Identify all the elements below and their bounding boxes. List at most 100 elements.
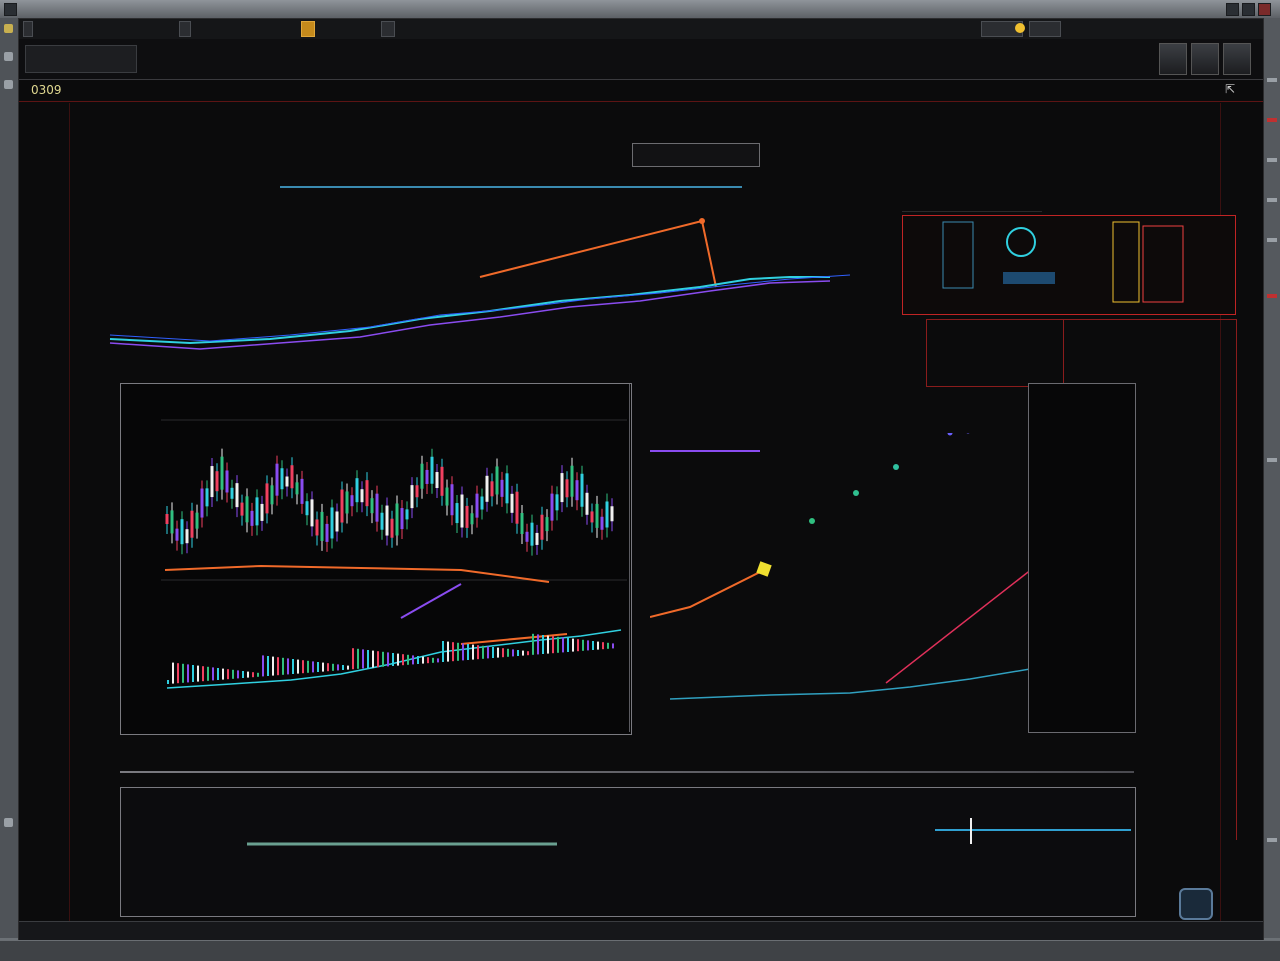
volume-bar: [412, 655, 414, 665]
candle-body: [305, 501, 309, 516]
candle-body: [460, 494, 464, 528]
candle-body: [380, 512, 384, 530]
volume-bar: [542, 635, 544, 654]
scatter-baseline-series: [669, 668, 1030, 700]
volume-bar: [237, 670, 239, 679]
volume-bar: [347, 665, 349, 670]
volume-bar: [497, 647, 499, 658]
toolbar-icon[interactable]: [23, 21, 33, 37]
top-toolbar: [19, 19, 1263, 40]
candle-body: [245, 496, 249, 523]
candle-body: [330, 507, 334, 539]
candle-body: [285, 476, 289, 487]
toolbar-icon[interactable]: [179, 21, 191, 37]
volume-bar: [317, 662, 319, 672]
candle-body: [250, 510, 254, 526]
header-thumb-icon[interactable]: [1191, 43, 1219, 75]
candle-body: [565, 479, 569, 498]
volume-bar: [222, 668, 224, 680]
candle-body: [465, 505, 469, 528]
tray-icon[interactable]: [1179, 888, 1213, 920]
expand-icon[interactable]: ⇱: [1225, 82, 1235, 96]
candle-body: [555, 494, 559, 511]
candle-body: [365, 480, 369, 507]
candle-body: [605, 501, 609, 528]
window-menu-icon[interactable]: [4, 3, 17, 16]
candlestick-chart: [161, 419, 627, 689]
scatter-diagonal: [885, 569, 1030, 684]
volume-bar: [262, 655, 264, 677]
candle-body: [455, 503, 459, 524]
stats-header-label: [902, 181, 1042, 212]
window-close-icon[interactable]: [1258, 3, 1271, 16]
tab-secondary[interactable]: [381, 21, 395, 37]
overview-series-main: [109, 276, 830, 345]
overview-series-tertiary: [109, 274, 850, 342]
candle-body: [325, 523, 329, 542]
volume-bar: [257, 672, 259, 677]
rail-tool-icon[interactable]: [4, 80, 13, 89]
candle-body: [340, 489, 344, 523]
volume-bar: [507, 648, 509, 657]
right-scroll-rail[interactable]: [1264, 18, 1280, 938]
symbol-code[interactable]: 0309: [31, 83, 62, 97]
candle-body: [375, 493, 379, 522]
candle-body: [475, 493, 479, 518]
scatter-point: [966, 433, 970, 434]
toolbar-status-box[interactable]: [1029, 21, 1061, 37]
volume-bar: [407, 654, 409, 665]
header-thumb-icon[interactable]: [1159, 43, 1187, 75]
stats-gauge: [1006, 227, 1036, 257]
rail-marker: [1267, 458, 1277, 462]
candle-body: [170, 510, 174, 534]
volume-bar: [352, 648, 354, 670]
candle-body: [370, 498, 374, 514]
volume-bar: [302, 660, 304, 674]
candle-body: [400, 508, 404, 530]
trading-app: 0309 ⇱: [18, 18, 1264, 940]
volume-bar: [177, 663, 179, 684]
candle-body: [595, 503, 599, 528]
window-maximize-icon[interactable]: [1242, 3, 1255, 16]
candle-body: [445, 487, 449, 506]
candle-body: [355, 478, 359, 503]
header-thumb-icon[interactable]: [1223, 43, 1251, 75]
scatter-point: [893, 464, 899, 470]
header-search-box[interactable]: [25, 45, 137, 73]
rail-tool-icon[interactable]: [4, 24, 13, 33]
volume-bar: [227, 669, 229, 680]
volume-bar: [582, 639, 584, 651]
rail-tool-icon[interactable]: [4, 818, 13, 827]
candle-body: [410, 485, 414, 509]
volume-bar: [442, 641, 444, 662]
volume-bar: [612, 643, 614, 649]
candle-body: [315, 519, 319, 536]
stats-subpanel: [926, 319, 1064, 387]
volume-bar: [212, 667, 214, 681]
volume-bar: [597, 641, 599, 650]
volume-bar: [547, 635, 549, 654]
volume-bar: [307, 660, 309, 673]
window-minimize-icon[interactable]: [1226, 3, 1239, 16]
volume-bar: [322, 662, 324, 672]
volume-bar: [517, 650, 519, 656]
candle-body: [255, 497, 259, 526]
symbol-bar: 0309 ⇱: [19, 79, 1263, 102]
candlestick-panel: [120, 383, 632, 735]
candle-body: [470, 513, 474, 525]
volume-bar: [242, 671, 244, 678]
scatter-point: [809, 518, 815, 524]
candle-body: [530, 522, 534, 546]
rail-tool-icon[interactable]: [4, 52, 13, 61]
candle-body: [435, 472, 439, 489]
overview-trend-line: [479, 219, 717, 288]
tab-primary[interactable]: [301, 21, 315, 37]
volume-bar: [272, 656, 274, 676]
volume-bar: [512, 649, 514, 657]
volume-bar: [427, 657, 429, 664]
candle-body: [510, 493, 514, 513]
volume-bar: [372, 650, 374, 668]
candle-body: [420, 463, 424, 489]
volume-bar: [202, 666, 204, 682]
volume-bar: [192, 665, 194, 682]
